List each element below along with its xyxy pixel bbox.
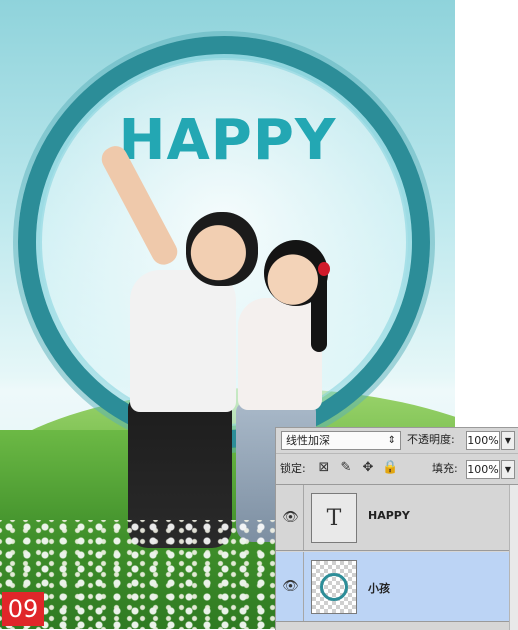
layers-scrollbar[interactable] — [509, 485, 518, 630]
thumbnail-ring-icon — [320, 573, 348, 601]
girl-body — [238, 298, 322, 410]
girl-hair-bow — [318, 262, 330, 276]
visibility-eye-icon[interactable]: 👁 — [278, 552, 304, 621]
boy-head — [186, 212, 258, 286]
fill-label: 填充: — [432, 462, 458, 475]
lock-fill-row: 锁定: ⊠ ✎ ✥ 🔒 填充: 100% ▼ — [276, 454, 518, 485]
layer-row-happy[interactable]: 👁 T HAPPY — [276, 485, 518, 551]
layers-panel: 线性加深 ⇕ 不透明度: 100% ▼ 锁定: ⊠ ✎ ✥ 🔒 填充: 100%… — [275, 427, 518, 630]
lock-transparent-icon[interactable]: ⊠ — [316, 460, 332, 476]
lock-brush-icon[interactable]: ✎ — [338, 460, 354, 476]
blend-mode-value: 线性加深 — [286, 434, 330, 447]
step-badge: 09 — [2, 592, 44, 626]
blend-mode-select[interactable]: 线性加深 ⇕ — [281, 431, 401, 450]
text-layer-thumbnail: T — [311, 493, 357, 543]
headline-text: HAPPY — [118, 108, 337, 173]
blend-options-row: 线性加深 ⇕ 不透明度: 100% ▼ — [276, 428, 518, 454]
image-layer-thumbnail — [311, 560, 357, 614]
opacity-input[interactable]: 100% — [466, 431, 500, 450]
dropdown-arrow-icon: ▼ — [504, 436, 512, 445]
lock-all-icon[interactable]: 🔒 — [382, 460, 398, 476]
stage: HAPPY 09 线性加深 ⇕ 不透明度: 100% ▼ 锁定: ⊠ ✎ ✥ 🔒 — [0, 0, 518, 630]
lock-move-icon[interactable]: ✥ — [360, 460, 376, 476]
lock-label: 锁定: — [280, 462, 306, 475]
layer-row-child[interactable]: 👁 小孩 — [276, 552, 518, 622]
visibility-eye-icon[interactable]: 👁 — [278, 485, 304, 550]
opacity-label: 不透明度: — [407, 433, 455, 446]
opacity-dropdown-button[interactable]: ▼ — [501, 431, 515, 450]
layer-name: HAPPY — [368, 509, 410, 522]
select-arrows-icon: ⇕ — [387, 435, 396, 446]
layer-name: 小孩 — [368, 582, 390, 595]
boy-body — [130, 270, 236, 412]
dropdown-arrow-icon: ▼ — [504, 465, 512, 474]
fill-dropdown-button[interactable]: ▼ — [501, 460, 515, 479]
fill-input[interactable]: 100% — [466, 460, 500, 479]
